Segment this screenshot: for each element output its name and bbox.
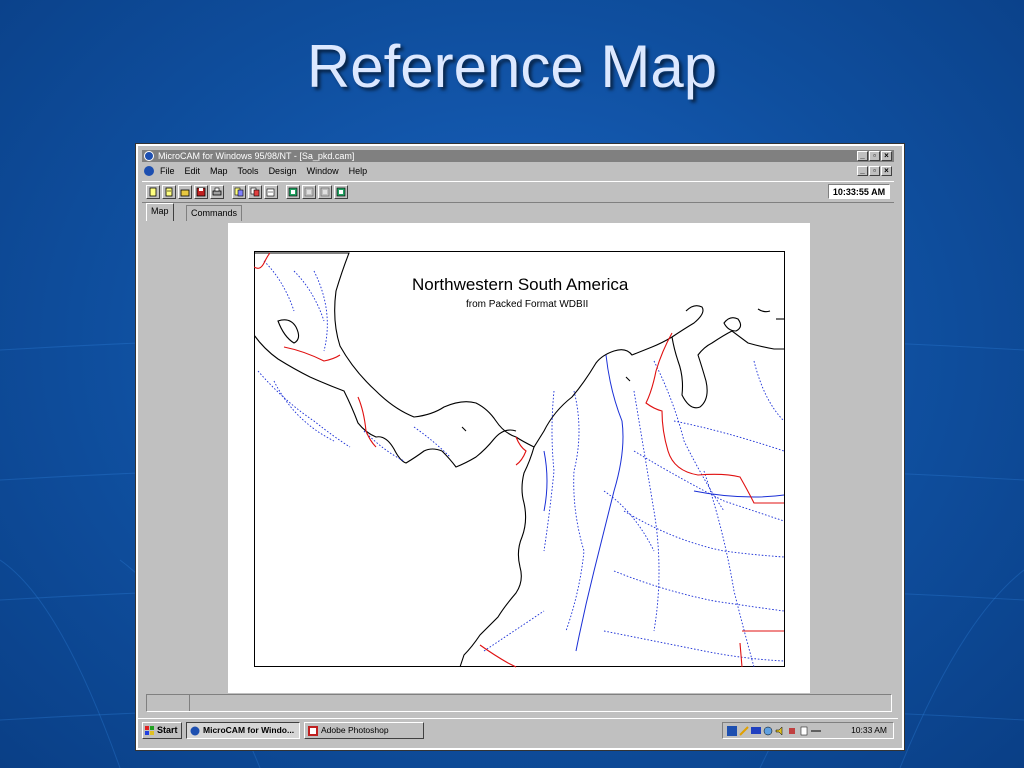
tray-monitor-icon[interactable] [751,726,761,736]
taskbar-microcam[interactable]: MicroCAM for Windo... [186,722,300,739]
tray-globe-icon[interactable] [763,726,773,736]
save-icon [196,187,206,197]
tray-clock: 10:33 AM [851,725,887,735]
app-screenshot: MicroCAM for Windows 95/98/NT - [Sa_pkd.… [136,144,904,750]
tray-network-icon[interactable] [727,726,737,736]
frame-icon [304,187,314,197]
tab-map[interactable]: Map [146,203,174,221]
close-button[interactable]: × [881,151,892,161]
cut-button[interactable] [232,185,246,199]
cut-icon [234,187,244,197]
tray-volume-icon[interactable] [775,726,785,736]
status-bar [146,694,892,712]
menu-items: File Edit Map Tools Design Window Help [160,164,367,178]
start-button[interactable]: Start [142,722,182,739]
doc-minimize-button[interactable]: _ [857,166,868,176]
system-tray: 10:33 AM [722,722,894,739]
window-title: MicroCAM for Windows 95/98/NT - [Sa_pkd.… [158,151,355,161]
view-button-2[interactable] [302,185,316,199]
menu-edit[interactable]: Edit [185,164,201,178]
save-button[interactable] [194,185,208,199]
windows-logo-icon [145,726,154,735]
open-file-button[interactable] [162,185,176,199]
map-title: Northwestern South America [412,275,629,294]
tray-tools-icon[interactable] [787,726,797,736]
doc-close-button[interactable]: × [881,166,892,176]
slide-title: Reference Map [306,33,718,100]
toolbar: 10:33:55 AM [142,181,894,203]
map-subtitle: from Packed Format WDBII [466,299,589,310]
frame-icon [288,187,298,197]
tray-connection-icon[interactable] [811,726,821,736]
paste-icon [266,188,275,197]
taskbar: Start MicroCAM for Windo... Adobe Photos… [138,718,898,743]
map-drawing [254,251,785,668]
document-window-controls: _ ▫ × [857,166,892,176]
document-icon[interactable] [144,166,154,176]
microcam-app-icon [144,151,154,161]
toolbar-clock: 10:33:55 AM [828,184,890,199]
taskbar-photoshop[interactable]: Adobe Photoshop [304,722,424,739]
printer-icon [212,187,222,196]
taskbar-photoshop-label: Adobe Photoshop [321,725,389,735]
frame-icon [336,187,346,197]
copy-button[interactable] [248,185,262,199]
print-button[interactable] [210,185,224,199]
minimize-button[interactable]: _ [857,151,868,161]
folder-icon [180,189,190,197]
taskbar-microcam-label: MicroCAM for Windo... [203,725,295,735]
menu-design[interactable]: Design [269,164,297,178]
photoshop-app-icon [308,726,318,736]
window-controls: _ ▫ × [857,151,892,161]
restore-button[interactable]: ▫ [869,151,880,161]
doc-restore-button[interactable]: ▫ [869,166,880,176]
tab-commands[interactable]: Commands [186,205,243,221]
map-canvas[interactable]: Northwestern South America from Packed F… [228,223,810,693]
start-label: Start [157,725,178,735]
copy-icon [250,187,260,197]
view-button-4[interactable] [334,185,348,199]
menu-file[interactable]: File [160,164,175,178]
map-workarea: Northwestern South America from Packed F… [146,221,892,693]
microcam-app-icon [190,726,200,736]
window-titlebar[interactable]: MicroCAM for Windows 95/98/NT - [Sa_pkd.… [142,150,894,162]
view-button-1[interactable] [286,185,300,199]
new-file-button[interactable] [146,185,160,199]
map-frame [254,251,785,667]
open-file-icon [165,187,173,197]
menu-help[interactable]: Help [349,164,368,178]
view-button-3[interactable] [318,185,332,199]
menubar: File Edit Map Tools Design Window Help _… [142,164,894,178]
menu-window[interactable]: Window [307,164,339,178]
new-file-icon [149,187,157,197]
paste-button[interactable] [264,185,278,199]
tray-pen-icon[interactable] [739,726,749,736]
frame-icon [320,187,330,197]
open-folder-button[interactable] [178,185,192,199]
status-pane [147,695,190,711]
menu-tools[interactable]: Tools [238,164,259,178]
tray-device-icon[interactable] [799,726,809,736]
menu-map[interactable]: Map [210,164,228,178]
